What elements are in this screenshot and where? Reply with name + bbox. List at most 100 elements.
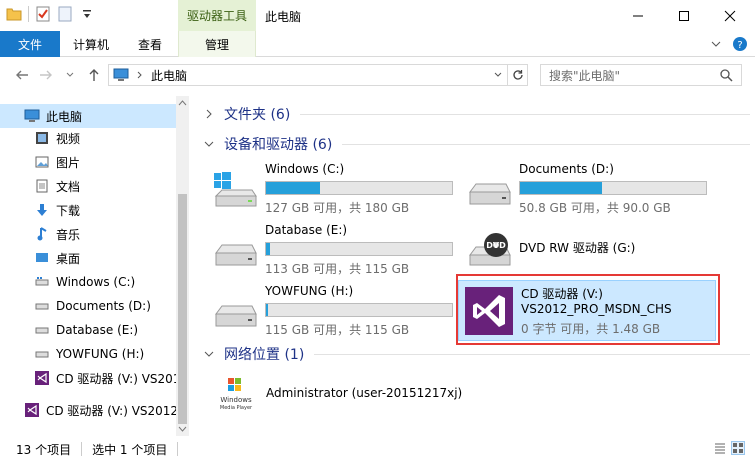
nav-label: 桌面 [56,251,81,266]
nav-item-drive-e[interactable]: Database (E:) [0,318,176,342]
breadcrumb[interactable]: 此电脑 [151,67,187,84]
drive-icon [34,322,50,338]
nav-label: Database (E:) [56,323,139,337]
nav-item-this-pc[interactable]: 此电脑 [0,104,176,128]
nav-item-videos[interactable]: 视频 [0,126,176,150]
drive-c[interactable]: Windows (C:) 127 GB 可用，共 180 GB [190,162,453,218]
search-input[interactable]: 搜索"此电脑" [540,64,742,86]
drive-usage-fill [266,304,268,316]
refresh-icon[interactable] [507,65,527,85]
pictures-icon [34,154,50,170]
tab-view[interactable]: 查看 [122,31,178,57]
nav-item-drive-d[interactable]: Documents (D:) [0,294,176,318]
expand-ribbon-icon[interactable] [710,31,722,57]
forward-button[interactable] [36,65,56,85]
drive-g[interactable]: DVD DVD RW 驱动器 (G:) [444,223,694,279]
tiles-view-icon[interactable] [731,441,745,455]
svg-text:Windows: Windows [220,396,252,404]
nav-label: 下载 [56,203,81,218]
music-icon [34,226,50,242]
nav-item-drive-c[interactable]: Windows (C:) [0,270,176,294]
pc-icon [24,108,40,124]
media-player-icon: Windows Media Player [216,376,256,412]
close-button[interactable] [707,0,753,31]
drive-name: DVD RW 驱动器 (G:) [519,241,636,255]
chevron-down-icon[interactable] [202,347,216,361]
nav-label: CD 驱动器 (V:) VS2012 [56,371,176,386]
help-icon[interactable]: ? [732,31,748,57]
drive-e[interactable]: Database (E:) 113 GB 可用，共 115 GB [190,223,453,279]
network-location-name: Administrator (user-20151217xj) [266,386,463,400]
nav-item-desktop[interactable]: 桌面 [0,246,176,270]
nav-label: 图片 [56,155,81,170]
drive-free-space: 115 GB 可用，共 115 GB [265,323,410,337]
drive-name: Windows (C:) [265,162,345,176]
title-bar: 驱动器工具 此电脑 [0,0,755,31]
group-folders[interactable]: 文件夹 (6) [190,103,750,125]
desktop-icon [34,250,50,266]
video-icon [34,130,50,146]
hard-drive-icon [210,231,258,271]
nav-item-cd-drive[interactable]: CD 驱动器 (V:) VS2012 [0,398,176,422]
quick-access-toolbar [6,6,95,22]
recent-locations-button[interactable] [60,65,80,85]
nav-label: 音乐 [56,227,81,242]
scrollbar-thumb[interactable] [178,194,187,424]
drive-h[interactable]: YOWFUNG (H:) 115 GB 可用，共 115 GB [190,284,453,340]
drive-icon [34,274,50,290]
view-switcher [713,441,745,455]
new-folder-icon[interactable] [57,6,73,22]
drive-name: Documents (D:) [519,162,614,176]
nav-item-drive-v[interactable]: CD 驱动器 (V:) VS2012 [0,366,176,390]
status-bar: 13 个项目 选中 1 个项目 [0,436,755,462]
chevron-right-icon[interactable] [202,107,216,121]
drive-usage-fill [266,182,320,194]
scroll-down-icon[interactable] [178,426,187,432]
network-location-item[interactable]: Windows Media Player Administrator (user… [216,374,516,414]
up-button[interactable] [84,65,104,85]
breadcrumb-chevron-icon[interactable] [135,67,145,83]
scroll-up-icon[interactable] [178,100,187,106]
minimize-button[interactable] [615,0,661,31]
maximize-button[interactable] [661,0,707,31]
vs-icon [34,370,50,386]
search-icon[interactable] [720,68,733,82]
properties-icon[interactable] [35,6,51,22]
hard-drive-icon [464,170,512,210]
group-network[interactable]: 网络位置 (1) [190,343,750,365]
drive-icon [34,346,50,362]
drive-usage-bar [265,303,453,317]
nav-item-music[interactable]: 音乐 [0,222,176,246]
nav-scrollbar[interactable] [176,96,189,436]
tab-computer[interactable]: 计算机 [60,31,122,57]
nav-label: 视频 [56,131,81,146]
group-divider [342,143,750,145]
customize-dropdown-icon[interactable] [79,6,95,22]
navigation-pane: 此电脑 视频 图片 文档 下载 音乐 桌面 Windows (C:) Docum… [0,96,189,436]
drive-d[interactable]: Documents (D:) 50.8 GB 可用，共 90.0 GB [444,162,707,218]
back-button[interactable] [12,65,32,85]
address-dropdown-icon[interactable] [488,65,507,85]
window-title: 此电脑 [265,10,302,24]
tab-file[interactable]: 文件 [0,31,60,57]
details-view-icon[interactable] [713,441,727,455]
group-title: 文件夹 (6) [224,107,291,123]
ribbon-tab-bar: 文件 计算机 查看 管理 ? [0,31,755,57]
nav-item-downloads[interactable]: 下载 [0,198,176,222]
nav-item-documents[interactable]: 文档 [0,174,176,198]
context-tab-title: 驱动器工具 [178,0,256,31]
tab-manage[interactable]: 管理 [178,31,256,57]
nav-item-pictures[interactable]: 图片 [0,150,176,174]
nav-item-drive-h[interactable]: YOWFUNG (H:) [0,342,176,366]
group-drives[interactable]: 设备和驱动器 (6) [190,133,750,155]
address-bar[interactable]: 此电脑 [108,64,528,86]
documents-icon [34,178,50,194]
folder-icon[interactable] [6,6,22,22]
group-divider [300,113,750,115]
chevron-down-icon[interactable] [202,137,216,151]
selected-count: 选中 1 个项目 [92,442,168,457]
group-title: 设备和驱动器 (6) [224,137,333,153]
drive-usage-bar [265,242,453,256]
hard-drive-icon [210,292,258,332]
item-count: 13 个项目 [16,442,72,457]
